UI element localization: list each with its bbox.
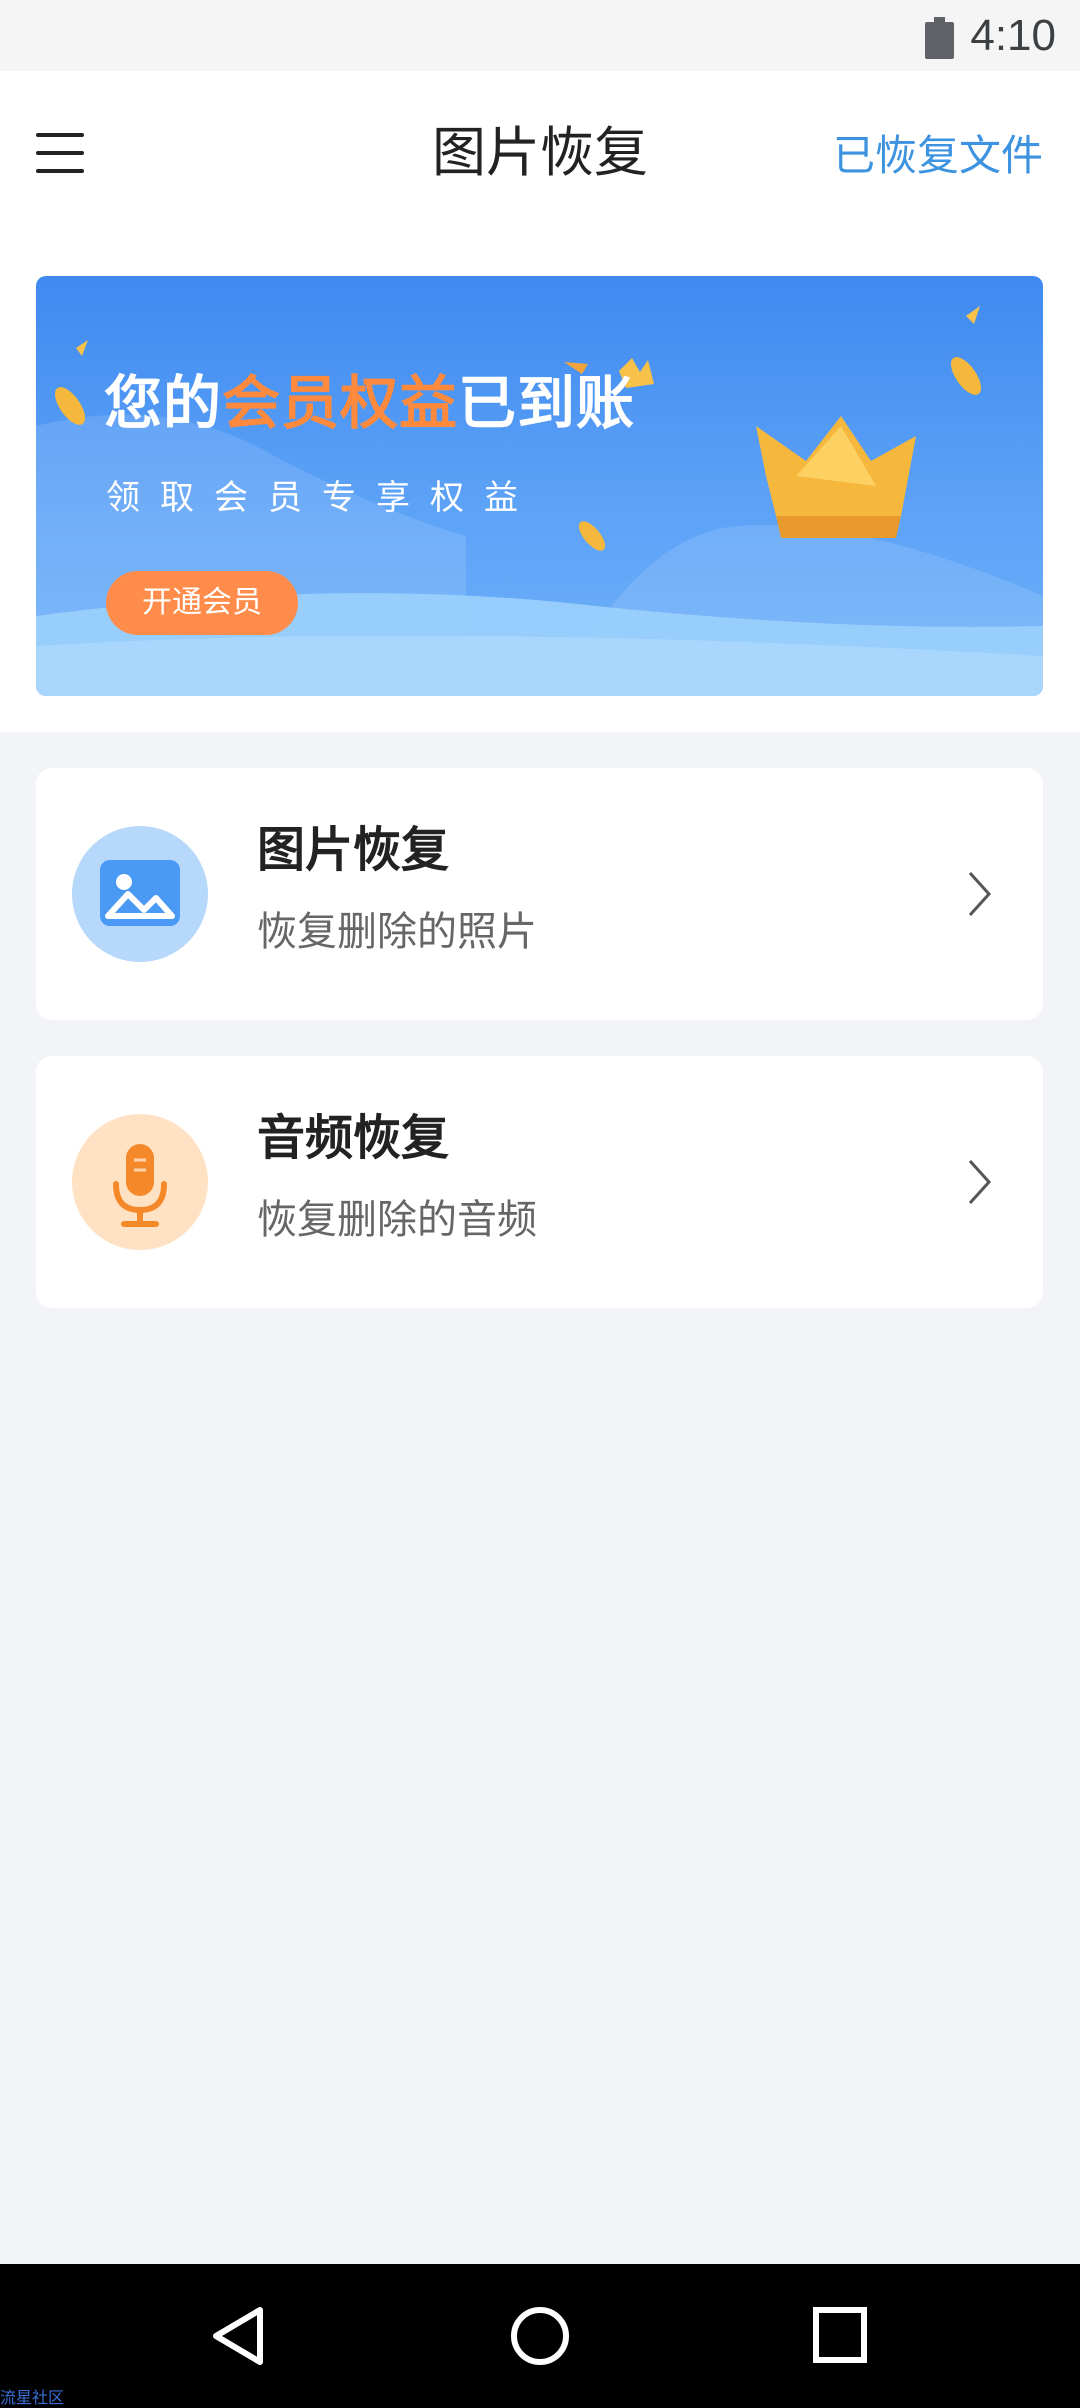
microphone-icon: [113, 1144, 167, 1227]
watermark-text: 流星社区: [0, 2388, 65, 2407]
image-icon-circle: [72, 826, 208, 962]
card-subtitle: 恢复删除的音频: [257, 1197, 537, 1243]
image-icon: [100, 860, 180, 926]
banner-headline: 您的会员权益已到账: [104, 369, 636, 437]
navigation-bar: [0, 2264, 1080, 2408]
vip-banner[interactable]: 您的会员权益已到账 领取会员专享权益 开通会员: [36, 276, 1043, 696]
image-recovery-card[interactable]: 图片恢复 恢复删除的照片: [36, 768, 1043, 1020]
card-title: 音频恢复: [257, 1110, 450, 1166]
banner-subtitle: 领取会员专享权益: [106, 478, 538, 518]
header-section: 图片恢复 已恢复文件 您的会员权益已到账 领取会员专享权益 开通会员: [0, 71, 1080, 732]
card-subtitle: 恢复删除的照片: [257, 909, 537, 955]
status-time: 4:10: [970, 11, 1056, 60]
open-membership-button[interactable]: 开通会员: [106, 571, 298, 635]
battery-full-icon: [925, 17, 954, 59]
back-triangle-icon[interactable]: [210, 2304, 270, 2368]
audio-recovery-card[interactable]: 音频恢复 恢复删除的音频: [36, 1056, 1043, 1308]
card-title: 图片恢复: [257, 822, 450, 878]
home-circle-icon[interactable]: [508, 2304, 572, 2368]
chevron-right-icon: [968, 1159, 992, 1205]
status-bar: 4:10: [0, 0, 1080, 71]
recents-square-icon[interactable]: [812, 2306, 868, 2364]
recovered-files-link[interactable]: 已恢复文件: [833, 129, 1043, 183]
chevron-right-icon: [968, 871, 992, 917]
microphone-icon-circle: [72, 1114, 208, 1250]
